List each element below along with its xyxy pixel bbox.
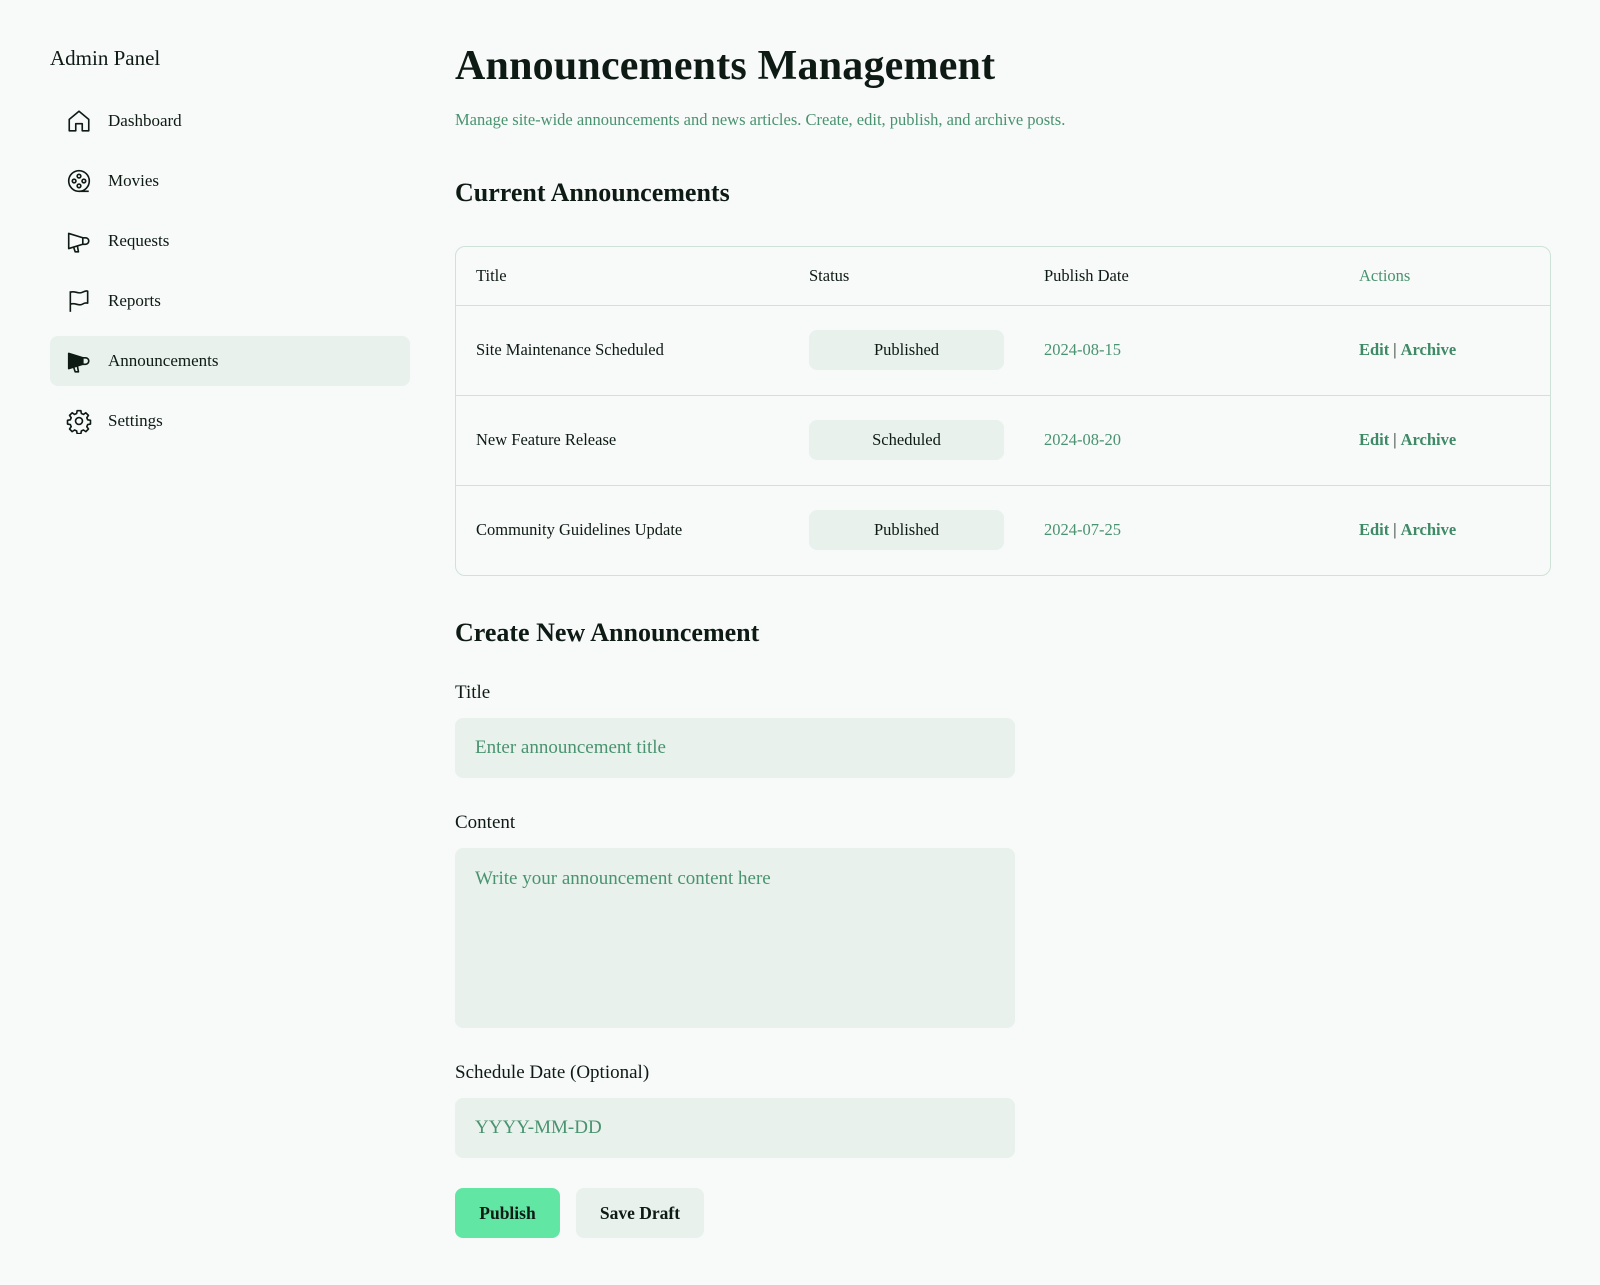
sidebar-item-label: Dashboard	[108, 111, 182, 130]
sidebar-item-requests[interactable]: Requests	[50, 216, 410, 266]
action-separator: |	[1393, 430, 1397, 449]
status-badge: Published	[809, 330, 1004, 370]
current-announcements-heading: Current Announcements	[455, 178, 730, 207]
column-header-actions: Actions	[1339, 247, 1550, 306]
save-draft-button[interactable]: Save Draft	[576, 1188, 704, 1238]
title-input[interactable]	[455, 718, 1015, 778]
megaphone-filled-icon	[66, 348, 92, 374]
film-reel-icon	[66, 168, 92, 194]
publish-date: 2024-08-15	[1024, 305, 1339, 396]
archive-link[interactable]: Archive	[1401, 340, 1457, 359]
action-separator: |	[1393, 340, 1397, 359]
status-cell: Published	[789, 485, 1024, 575]
publish-button[interactable]: Publish	[455, 1188, 560, 1238]
status-badge: Published	[809, 510, 1004, 551]
sidebar-item-label: Settings	[108, 411, 163, 430]
archive-link[interactable]: Archive	[1401, 520, 1457, 539]
page-title: Announcements Management	[455, 43, 996, 89]
announcements-table: Title Status Publish Date Actions Site M…	[455, 246, 1551, 576]
page-subtitle: Manage site-wide announcements and news …	[455, 110, 1066, 129]
archive-link[interactable]: Archive	[1401, 430, 1457, 449]
content-textarea[interactable]	[455, 848, 1015, 1028]
announcement-title: Community Guidelines Update	[476, 520, 683, 540]
actions-cell: Edit | Archive	[1339, 485, 1550, 575]
sidebar-item-movies[interactable]: Movies	[50, 156, 410, 206]
publish-date: 2024-07-25	[1044, 520, 1121, 540]
column-header-status: Status	[789, 247, 1024, 306]
sidebar-item-label: Announcements	[108, 351, 219, 370]
action-separator: |	[1393, 520, 1397, 540]
actions-cell: Edit | Archive	[1339, 395, 1550, 486]
table-row: New Feature Release Scheduled 2024-08-20…	[456, 395, 1550, 486]
sidebar-item-label: Reports	[108, 291, 161, 310]
publish-date: 2024-08-20	[1024, 395, 1339, 486]
table-header-row: Title Status Publish Date Actions	[456, 247, 1550, 306]
table-row: Community Guidelines Update Published 20…	[456, 485, 1550, 575]
column-header-title: Title	[456, 247, 789, 306]
column-header-publish-date: Publish Date	[1024, 247, 1339, 306]
table-row: Site Maintenance Scheduled Published 202…	[456, 305, 1550, 396]
sidebar-item-announcements[interactable]: Announcements	[50, 336, 410, 386]
content-field-label: Content	[455, 812, 516, 833]
status-cell: Scheduled	[789, 395, 1024, 486]
schedule-date-label: Schedule Date (Optional)	[455, 1062, 650, 1083]
sidebar: Admin Panel Dashboard Movies Requests Re…	[50, 44, 410, 456]
edit-link[interactable]: Edit	[1359, 430, 1389, 449]
flag-icon	[66, 288, 92, 314]
edit-link[interactable]: Edit	[1359, 340, 1389, 359]
main-content: Announcements Management Manage site-wid…	[455, 40, 1551, 1238]
sidebar-item-settings[interactable]: Settings	[50, 396, 410, 446]
actions-cell: Edit | Archive	[1339, 305, 1550, 396]
app: Admin Panel Dashboard Movies Requests Re…	[0, 0, 1600, 1285]
edit-link[interactable]: Edit	[1359, 520, 1389, 539]
schedule-date-input[interactable]	[455, 1098, 1015, 1158]
sidebar-item-label: Requests	[108, 231, 170, 250]
sidebar-item-reports[interactable]: Reports	[50, 276, 410, 326]
sidebar-item-label: Movies	[108, 171, 159, 190]
announcement-title: New Feature Release	[456, 395, 789, 486]
brand-title: Admin Panel	[50, 46, 161, 70]
form-actions: Publish Save Draft	[455, 1188, 1551, 1238]
megaphone-outline-icon	[66, 228, 92, 254]
status-badge: Scheduled	[809, 420, 1004, 460]
sidebar-item-dashboard[interactable]: Dashboard	[50, 96, 410, 146]
home-icon	[66, 108, 92, 134]
announcement-title: Site Maintenance Scheduled	[456, 305, 789, 396]
title-field-label: Title	[455, 682, 491, 703]
status-cell: Published	[789, 305, 1024, 396]
gear-icon	[66, 408, 92, 434]
create-announcement-heading: Create New Announcement	[455, 618, 760, 647]
